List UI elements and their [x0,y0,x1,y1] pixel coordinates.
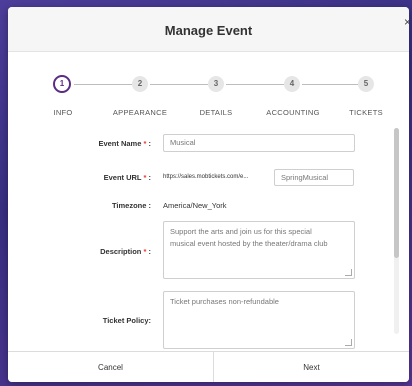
step-connector [302,84,360,85]
next-button[interactable]: Next [214,352,409,382]
event-name-input[interactable]: Musical [163,134,355,152]
modal-footer: Cancel Next [8,351,409,382]
ticket-policy-textarea[interactable]: Ticket purchases non-refundable [163,291,355,349]
step-3-circle[interactable]: 3 [208,76,224,92]
event-url-input[interactable]: SpringMusical [274,169,354,186]
step-1-circle[interactable]: 1 [53,75,71,93]
ticket-policy-text: Ticket purchases non-refundable [170,297,279,306]
event-url-label: Event URL * : [103,173,151,182]
step-4-circle[interactable]: 4 [284,76,300,92]
step-5-label: TICKETS [349,108,383,117]
resize-handle-icon[interactable] [345,269,352,276]
step-1-label: INFO [53,108,73,117]
step-connector [226,84,284,85]
timezone-label: Timezone : [111,201,151,210]
resize-handle-icon[interactable] [345,339,352,346]
step-2-label: APPEARANCE [112,108,168,117]
step-connector [150,84,208,85]
cancel-button[interactable]: Cancel [8,352,213,382]
step-3-label: DETAILS [199,108,233,117]
event-info-form: Event Name * : Musical Event URL * : htt… [8,129,398,351]
ticket-policy-label: Ticket Policy: [102,316,151,325]
step-4-label: ACCOUNTING [266,108,320,117]
step-connector [74,84,132,85]
event-name-label: Event Name * : [98,139,151,148]
scrollbar-thumb[interactable] [394,128,399,258]
event-url-prefix: https://sales.mobtickets.com/e... [163,174,249,180]
step-5-circle[interactable]: 5 [358,76,374,92]
timezone-value: America/New_York [163,201,227,210]
manage-event-modal: Manage Event × 1 2 3 4 5 INFO APPEARANCE… [8,7,409,382]
description-line-2: musical event hosted by the theater/dram… [170,239,328,248]
description-line-1: Support the arts and join us for this sp… [170,227,312,236]
modal-title: Manage Event [164,23,253,38]
close-icon[interactable]: × [404,15,409,29]
form-scrollbar[interactable] [394,128,399,334]
modal-header: Manage Event [8,7,409,52]
step-2-circle[interactable]: 2 [132,76,148,92]
wizard-stepper: 1 2 3 4 5 INFO APPEARANCE DETAILS ACCOUN… [8,69,409,129]
description-label: Description * : [100,247,151,256]
description-textarea[interactable]: Support the arts and join us for this sp… [163,221,355,279]
